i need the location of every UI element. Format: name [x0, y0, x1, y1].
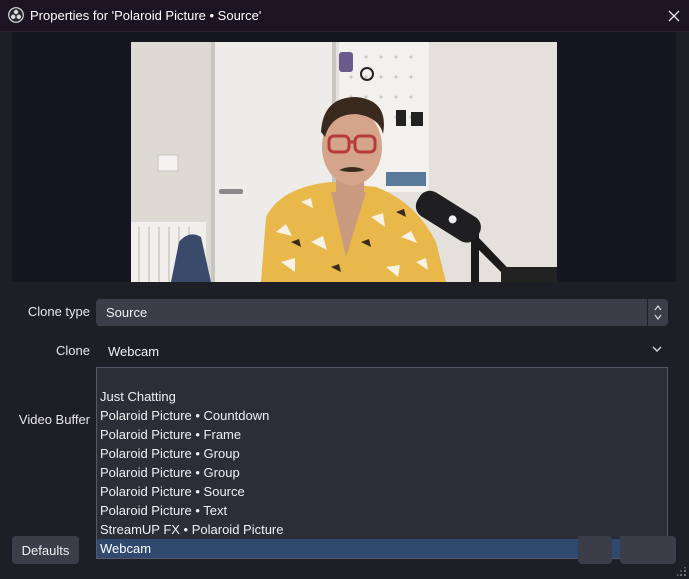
list-item[interactable]: Polaroid Picture • Group	[97, 444, 667, 463]
clone-value: Webcam	[108, 344, 160, 359]
chevron-up-icon	[654, 305, 662, 311]
spin-arrows[interactable]	[647, 299, 668, 326]
list-item[interactable]: Polaroid Picture • Group	[97, 463, 667, 482]
list-item[interactable]: Polaroid Picture • Text	[97, 501, 667, 520]
clone-dropdown-list[interactable]: Just Chatting Polaroid Picture • Countdo…	[96, 367, 668, 559]
list-item[interactable]: Polaroid Picture • Countdown	[97, 406, 667, 425]
window-title: Properties for 'Polaroid Picture • Sourc…	[30, 8, 262, 23]
source-preview	[131, 42, 557, 282]
list-item[interactable]	[97, 368, 667, 387]
title-bar: Properties for 'Polaroid Picture • Sourc…	[0, 0, 689, 32]
clone-label: Clone	[56, 343, 90, 358]
list-item[interactable]: Polaroid Picture • Source	[97, 482, 667, 501]
chevron-down-icon	[652, 346, 662, 352]
clone-select[interactable]: Webcam	[96, 338, 668, 365]
ok-button[interactable]	[578, 536, 612, 564]
obs-app-icon	[8, 7, 24, 23]
video-buffer-label: Video Buffer	[18, 412, 90, 427]
webcam-preview-image	[131, 42, 557, 282]
close-icon	[668, 10, 680, 21]
clone-type-value: Source	[106, 305, 148, 320]
clone-type-label: Clone type	[27, 304, 90, 319]
list-item[interactable]: Just Chatting	[97, 387, 667, 406]
close-button[interactable]	[659, 0, 689, 31]
resize-grip-icon[interactable]	[677, 567, 687, 577]
cancel-button[interactable]	[620, 536, 676, 564]
list-item[interactable]: Polaroid Picture • Frame	[97, 425, 667, 444]
defaults-button[interactable]: Defaults	[12, 536, 79, 564]
clone-type-select[interactable]: Source	[96, 299, 668, 326]
chevron-down-icon	[654, 314, 662, 320]
